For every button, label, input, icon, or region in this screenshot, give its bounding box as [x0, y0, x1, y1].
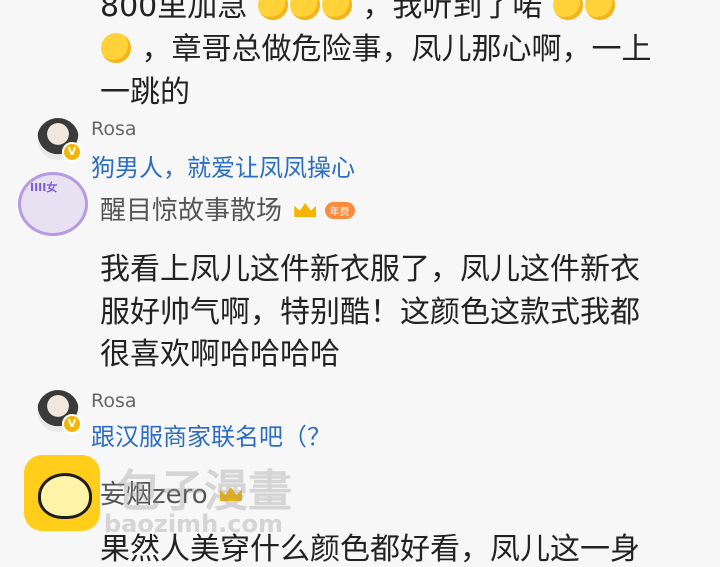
v-badge-icon: V	[62, 142, 82, 162]
comment-text: 800里加急	[100, 0, 248, 24]
vip-badge: 年费	[324, 202, 355, 219]
thinking-emoji	[584, 0, 615, 20]
avatar[interactable]: IIII女	[18, 172, 88, 236]
comment-line-1: 800里加急 ，我听到了喏	[100, 0, 616, 22]
reply-username[interactable]: Rosa	[91, 118, 137, 140]
laugh-cry-emoji	[257, 0, 288, 20]
laugh-cry-emoji	[321, 0, 352, 20]
laugh-cry-emoji	[289, 0, 320, 20]
thinking-emoji	[552, 0, 583, 20]
avatar-frame-text: IIII女	[30, 181, 58, 194]
username-text: 醒目惊故事散场	[100, 196, 283, 226]
v-badge-icon: V	[62, 414, 82, 434]
comment-text: ，我听到了喏	[362, 0, 543, 24]
post-line-1: 我看上凤儿这件新衣服了，凤儿这件新衣	[100, 252, 640, 287]
post-line-2: 服好帅气啊，特别酷！这颜色这款式我都	[100, 295, 640, 330]
watermark-url: baozimh.com	[104, 510, 283, 538]
reply-text: 狗男人，就爱让凤凤操心	[91, 154, 355, 182]
thinking-emoji	[101, 33, 131, 63]
comment-line-2: ，章哥总做危险事，凤儿那心啊，一上	[100, 33, 652, 65]
post-username[interactable]: 醒目惊故事散场 年费	[100, 190, 355, 227]
reply-username[interactable]: Rosa	[91, 390, 137, 412]
comment-text: ，章哥总做危险事，凤儿那心啊，一上	[141, 32, 652, 67]
bun-logo-icon	[24, 455, 100, 531]
reply-text: 跟汉服商家联名吧（？	[91, 423, 331, 451]
crown-icon	[294, 203, 317, 217]
comment-line-3: 一跳的	[100, 75, 190, 110]
post-line-1: 果然人美穿什么颜色都好看，凤儿这一身	[100, 532, 640, 567]
post-line-3: 很喜欢啊哈哈哈哈	[100, 337, 340, 372]
